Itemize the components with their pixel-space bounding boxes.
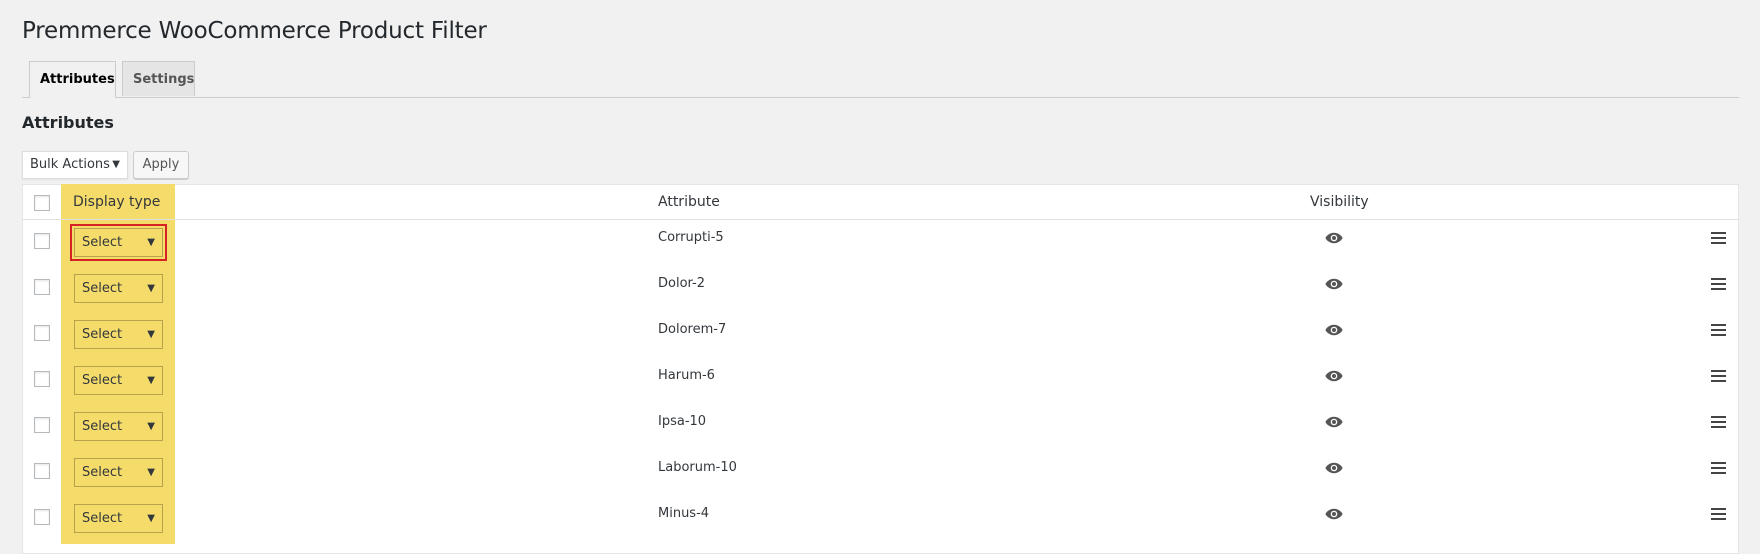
drag-handle-icon[interactable] — [1711, 321, 1726, 336]
tab-bar: Attributes Settings — [22, 61, 1739, 98]
section-title: Attributes — [22, 113, 114, 132]
display-type-select[interactable]: Select ▼ — [74, 504, 163, 533]
eye-icon[interactable] — [1325, 459, 1343, 474]
dropdown-arrow-icon: ▼ — [147, 237, 155, 248]
display-type-value: Select — [82, 235, 123, 250]
select-all-checkbox[interactable] — [34, 195, 50, 211]
display-type-select[interactable]: Select ▼ — [74, 320, 163, 349]
display-type-value: Select — [82, 419, 123, 434]
display-type-select[interactable]: Select ▼ — [74, 366, 163, 395]
attribute-name: Laborum-10 — [658, 460, 737, 475]
display-type-select[interactable]: Select ▼ — [74, 412, 163, 441]
drag-handle-icon[interactable] — [1711, 229, 1726, 244]
display-type-select[interactable]: Select ▼ — [70, 224, 167, 261]
eye-icon[interactable] — [1325, 505, 1343, 520]
display-type-value: Select — [82, 511, 123, 526]
eye-icon[interactable] — [1325, 413, 1343, 428]
attribute-name: Corrupti-5 — [658, 230, 724, 245]
table-header-divider — [22, 219, 1739, 220]
row-checkbox[interactable] — [34, 279, 50, 295]
column-header-visibility: Visibility — [1310, 194, 1369, 210]
dropdown-arrow-icon: ▼ — [147, 283, 155, 294]
row-checkbox[interactable] — [34, 233, 50, 249]
drag-handle-icon[interactable] — [1711, 367, 1726, 382]
attribute-name: Harum-6 — [658, 368, 715, 383]
page-title: Premmerce WooCommerce Product Filter — [22, 18, 487, 44]
dropdown-arrow-icon: ▼ — [147, 513, 155, 524]
row-checkbox[interactable] — [34, 371, 50, 387]
row-checkbox[interactable] — [34, 463, 50, 479]
attribute-name: Minus-4 — [658, 506, 710, 521]
display-type-value: Select — [82, 327, 123, 342]
eye-icon[interactable] — [1325, 367, 1343, 382]
drag-handle-icon[interactable] — [1711, 275, 1726, 290]
eye-icon[interactable] — [1325, 229, 1343, 244]
column-header-attribute: Attribute — [658, 194, 720, 210]
display-type-select[interactable]: Select ▼ — [74, 458, 163, 487]
row-checkbox[interactable] — [34, 417, 50, 433]
column-header-display-type: Display type — [73, 194, 161, 210]
tab-settings[interactable]: Settings — [122, 61, 195, 96]
apply-button[interactable]: Apply — [133, 151, 189, 179]
display-type-select[interactable]: Select ▼ — [74, 274, 163, 303]
drag-handle-icon[interactable] — [1711, 413, 1726, 428]
row-checkbox[interactable] — [34, 509, 50, 525]
attribute-name: Dolor-2 — [658, 276, 706, 291]
attributes-table — [22, 184, 1739, 554]
bulk-actions-select[interactable]: Bulk Actions ▼ — [22, 151, 128, 179]
bulk-actions-value: Bulk Actions — [30, 157, 110, 172]
eye-icon[interactable] — [1325, 321, 1343, 336]
drag-handle-icon[interactable] — [1711, 505, 1726, 520]
eye-icon[interactable] — [1325, 275, 1343, 290]
dropdown-arrow-icon: ▼ — [147, 467, 155, 478]
tab-attributes[interactable]: Attributes — [29, 61, 116, 98]
display-type-value: Select — [82, 373, 123, 388]
dropdown-arrow-icon: ▼ — [147, 329, 155, 340]
attribute-name: Ipsa-10 — [658, 414, 707, 429]
attribute-name: Dolorem-7 — [658, 322, 727, 337]
drag-handle-icon[interactable] — [1711, 459, 1726, 474]
display-type-value: Select — [82, 465, 123, 480]
row-checkbox[interactable] — [34, 325, 50, 341]
display-type-value: Select — [82, 281, 123, 296]
dropdown-arrow-icon: ▼ — [147, 421, 155, 432]
dropdown-arrow-icon: ▼ — [112, 159, 120, 170]
dropdown-arrow-icon: ▼ — [147, 375, 155, 386]
